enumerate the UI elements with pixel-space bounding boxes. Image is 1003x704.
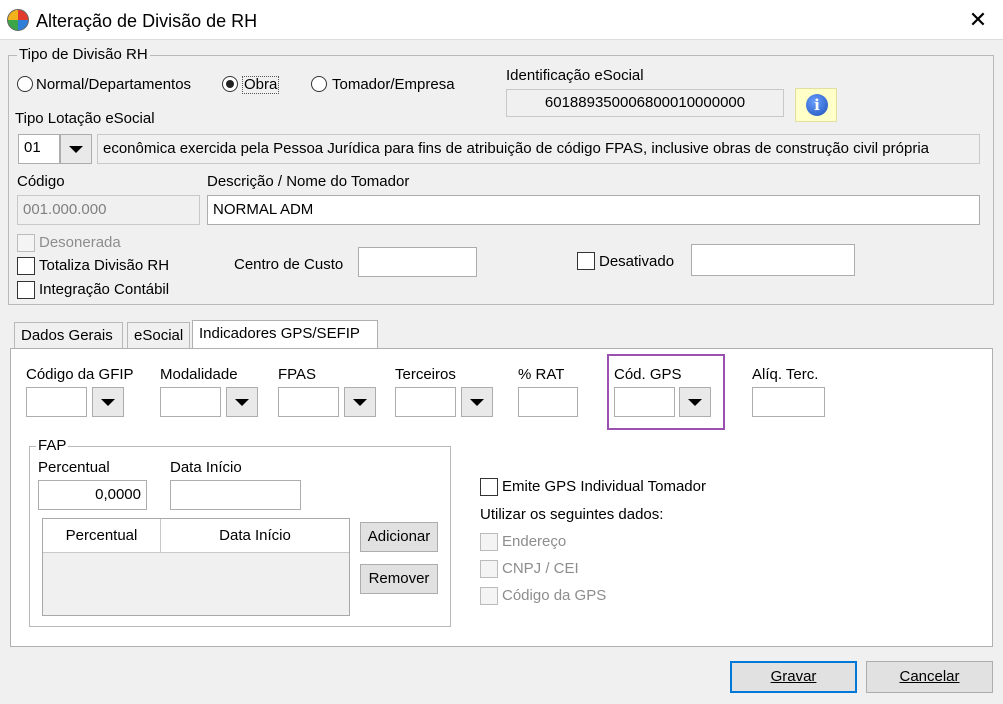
modalidade-dropdown-button[interactable] bbox=[226, 387, 258, 417]
aliq-terc-field[interactable] bbox=[752, 387, 825, 417]
tab-indicadores-gps-sefip[interactable]: Indicadores GPS/SEFIP bbox=[192, 320, 378, 349]
identificacao-esocial-field: 601889350006800010000000 bbox=[506, 89, 784, 117]
cancelar-button-label: Cancelar bbox=[899, 668, 960, 685]
remover-button[interactable]: Remover bbox=[360, 564, 438, 594]
adicionar-button[interactable]: Adicionar bbox=[360, 522, 438, 552]
fpas-label: FPAS bbox=[278, 366, 317, 383]
fap-grid-header-percentual[interactable]: Percentual bbox=[43, 527, 160, 545]
gravar-button[interactable]: Gravar bbox=[730, 661, 857, 693]
totaliza-divisao-label: Totaliza Divisão RH bbox=[39, 257, 170, 274]
app-logo-icon bbox=[7, 9, 29, 31]
fap-data-inicio-label: Data Início bbox=[170, 459, 242, 476]
fpas-field[interactable] bbox=[278, 387, 339, 417]
codigo-gps-checkbox[interactable] bbox=[480, 587, 498, 605]
emite-gps-individual-checkbox[interactable] bbox=[480, 478, 498, 496]
tipo-divisao-group-title: Tipo de Divisão RH bbox=[17, 46, 150, 64]
terceiros-dropdown-button[interactable] bbox=[461, 387, 493, 417]
fap-grid-header: Percentual Data Início bbox=[43, 519, 349, 553]
aliq-terc-label: Alíq. Terc. bbox=[752, 366, 819, 383]
fap-data-inicio-field[interactable] bbox=[170, 480, 301, 510]
identificacao-esocial-label: Identificação eSocial bbox=[506, 67, 644, 84]
codigo-gfip-label: Código da GFIP bbox=[26, 366, 134, 383]
codigo-gfip-field[interactable] bbox=[26, 387, 87, 417]
radio-obra-label: Obra bbox=[242, 76, 280, 94]
codigo-label: Código bbox=[17, 173, 65, 190]
tab-esocial[interactable]: eSocial bbox=[127, 322, 190, 349]
info-icon: i bbox=[806, 94, 828, 116]
cnpj-cei-label: CNPJ / CEI bbox=[502, 560, 579, 577]
endereco-checkbox[interactable] bbox=[480, 533, 498, 551]
radio-tomador-empresa-label: Tomador/Empresa bbox=[332, 76, 455, 93]
modalidade-field[interactable] bbox=[160, 387, 221, 417]
modalidade-label: Modalidade bbox=[160, 366, 238, 383]
fap-percentual-label: Percentual bbox=[38, 459, 110, 476]
radio-normal-departamentos-label: Normal/Departamentos bbox=[36, 76, 192, 93]
codigo-gfip-dropdown-button[interactable] bbox=[92, 387, 124, 417]
tab-dados-gerais[interactable]: Dados Gerais bbox=[14, 322, 123, 349]
codigo-gps-label: Código da GPS bbox=[502, 587, 607, 604]
rat-field[interactable] bbox=[518, 387, 578, 417]
centro-custo-label: Centro de Custo bbox=[234, 256, 344, 273]
cod-gps-label: Cód. GPS bbox=[614, 366, 682, 383]
endereco-label: Endereço bbox=[502, 533, 567, 550]
terceiros-label: Terceiros bbox=[395, 366, 456, 383]
desonerada-checkbox[interactable] bbox=[17, 234, 35, 252]
radio-tomador-empresa[interactable] bbox=[311, 76, 327, 92]
descricao-field[interactable]: NORMAL ADM bbox=[207, 195, 980, 225]
desonerada-label: Desonerada bbox=[39, 234, 121, 251]
close-icon[interactable]: ✕ bbox=[960, 4, 996, 36]
fap-percentual-field[interactable]: 0,0000 bbox=[38, 480, 147, 510]
fap-group-title: FAP bbox=[36, 437, 69, 455]
integracao-contabil-checkbox[interactable] bbox=[17, 281, 35, 299]
window-title: Alteração de Divisão de RH bbox=[36, 11, 258, 31]
gravar-button-label: Gravar bbox=[770, 668, 817, 685]
info-button[interactable]: i bbox=[795, 88, 837, 122]
title-bar: Alteração de Divisão de RH ✕ bbox=[0, 0, 1003, 40]
rat-label: % RAT bbox=[518, 366, 565, 383]
tipo-lotacao-dropdown-button[interactable] bbox=[60, 134, 92, 164]
utilizar-dados-label: Utilizar os seguintes dados: bbox=[480, 506, 664, 523]
integracao-contabil-label: Integração Contábil bbox=[39, 281, 170, 298]
desativado-checkbox[interactable] bbox=[577, 252, 595, 270]
cod-gps-field[interactable] bbox=[614, 387, 675, 417]
radio-obra[interactable] bbox=[222, 76, 238, 92]
totaliza-divisao-checkbox[interactable] bbox=[17, 257, 35, 275]
desativado-label: Desativado bbox=[599, 253, 675, 270]
fap-grid-header-data-inicio[interactable]: Data Início bbox=[161, 527, 349, 545]
codigo-field: 001.000.000 bbox=[17, 195, 200, 225]
terceiros-field[interactable] bbox=[395, 387, 456, 417]
centro-custo-field[interactable] bbox=[358, 247, 477, 277]
fap-grid[interactable]: Percentual Data Início bbox=[42, 518, 350, 616]
cod-gps-dropdown-button[interactable] bbox=[679, 387, 711, 417]
tipo-lotacao-description-field: econômica exercida pela Pessoa Jurídica … bbox=[97, 134, 980, 164]
radio-normal-departamentos[interactable] bbox=[17, 76, 33, 92]
fpas-dropdown-button[interactable] bbox=[344, 387, 376, 417]
tipo-lotacao-label: Tipo Lotação eSocial bbox=[15, 110, 155, 127]
desativado-field[interactable] bbox=[691, 244, 855, 276]
emite-gps-individual-label: Emite GPS Individual Tomador bbox=[502, 478, 706, 495]
tipo-lotacao-code-field[interactable]: 01 bbox=[18, 134, 60, 164]
descricao-label: Descrição / Nome do Tomador bbox=[207, 173, 410, 190]
cancelar-button[interactable]: Cancelar bbox=[866, 661, 993, 693]
cnpj-cei-checkbox[interactable] bbox=[480, 560, 498, 578]
